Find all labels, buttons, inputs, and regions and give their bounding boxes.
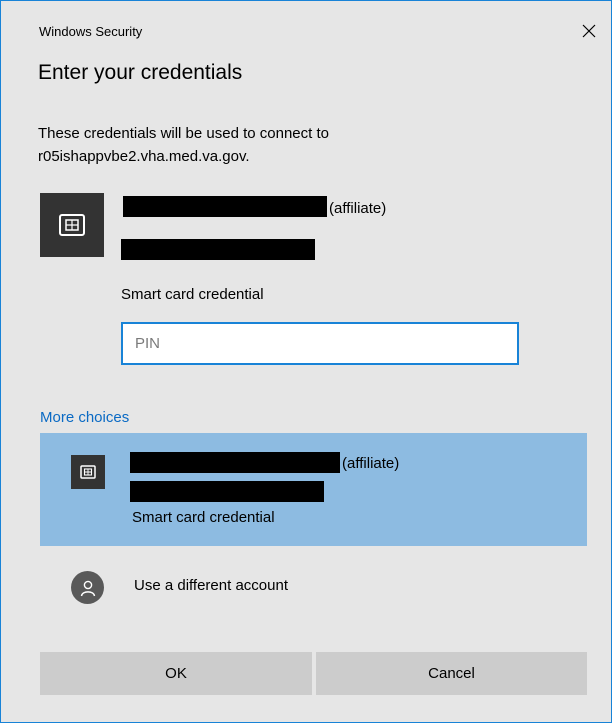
description-line-2: r05ishappvbe2.vha.med.va.gov. <box>38 148 250 165</box>
credentials-dialog: Windows Security Enter your credentials … <box>0 0 612 723</box>
description-line-1: These credentials will be used to connec… <box>38 125 329 142</box>
use-different-account-label: Use a different account <box>134 577 288 594</box>
redacted-user-id <box>121 239 315 260</box>
redacted-user-name <box>130 452 340 473</box>
smart-card-icon <box>80 465 96 479</box>
credential-type-label: Smart card credential <box>121 286 264 303</box>
pin-input[interactable] <box>121 322 519 365</box>
cancel-button[interactable]: Cancel <box>316 652 587 695</box>
user-icon <box>80 580 95 596</box>
redacted-user-id <box>130 481 324 502</box>
avatar <box>71 571 104 604</box>
ok-button[interactable]: OK <box>40 652 312 695</box>
page-title: Enter your credentials <box>38 61 243 84</box>
credential-type-label: Smart card credential <box>132 509 275 526</box>
close-icon <box>582 24 596 38</box>
credential-affiliation: (affiliate) <box>329 200 387 217</box>
redacted-user-name <box>123 196 327 217</box>
window-title: Windows Security <box>39 24 143 39</box>
close-button[interactable] <box>573 15 605 47</box>
smart-card-tile-small <box>71 455 105 489</box>
credential-option-smart-card[interactable]: (affiliate) Smart card credential <box>40 433 587 546</box>
smart-card-tile <box>40 193 104 257</box>
use-different-account-option[interactable]: Use a different account <box>40 561 587 613</box>
connection-description: These credentials will be used to connec… <box>38 122 558 168</box>
more-choices-link[interactable]: More choices <box>40 409 129 426</box>
credential-affiliation: (affiliate) <box>342 455 400 472</box>
smart-card-icon <box>59 214 85 236</box>
